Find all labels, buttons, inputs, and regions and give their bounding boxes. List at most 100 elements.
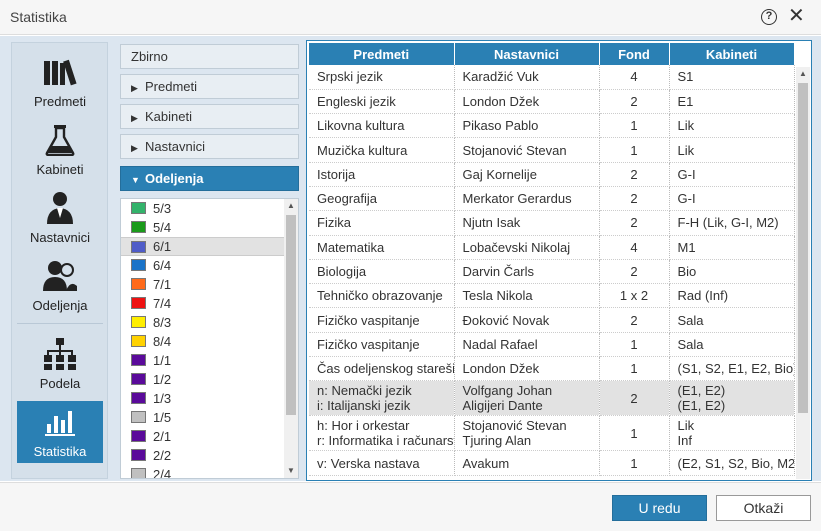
nav-item-kabineti[interactable]: Kabineti <box>17 119 103 181</box>
table-scrollbar[interactable]: ▲ <box>796 67 810 479</box>
scroll-down-icon[interactable]: ▼ <box>284 466 298 475</box>
column-header-fond[interactable]: Fond <box>599 43 670 65</box>
room-cell: Lik Inf <box>669 415 795 452</box>
nav-item-statistika[interactable]: Statistika <box>17 401 103 463</box>
nav-item-odeljenja[interactable]: Odeljenja <box>17 255 103 317</box>
nav-item-podela[interactable]: Podela <box>17 333 103 395</box>
cell-text: Fizičko vaspitanje <box>317 336 420 352</box>
statistics-table: Predmeti Nastavnici Fond Kabineti Srpski… <box>309 43 795 476</box>
class-label: 2/4 <box>153 467 172 479</box>
accordion-zbirno[interactable]: Zbirno <box>120 44 299 69</box>
class-list-item[interactable]: 1/2 <box>121 370 284 389</box>
scroll-up-icon[interactable]: ▲ <box>796 69 810 78</box>
subject-cell: v: Verska nastava <box>309 450 455 476</box>
table-row[interactable]: Matematika Lobačevski Nikolaj 4 M1 <box>309 235 795 260</box>
subject-cell: Srpski jezik <box>309 65 455 90</box>
class-label: 5/4 <box>153 220 172 235</box>
nav-item-predmeti[interactable]: Predmeti <box>17 51 103 113</box>
accordion-nastavnici[interactable]: ▶ Nastavnici <box>120 134 299 159</box>
class-list[interactable]: 2/4 2/2 2/1 1/5 1/3 1/2 1/1 8/4 8/3 7/4 7/1 6/4 6/1 5… <box>120 198 299 479</box>
class-list-item[interactable]: 5/3 <box>121 199 284 218</box>
table-row[interactable]: h: Hor i orkestar r: Informatika i računa… <box>309 415 795 452</box>
class-list-item[interactable]: 2/1 <box>121 427 284 446</box>
accordion-predmeti[interactable]: ▶ Predmeti <box>120 74 299 99</box>
table-row[interactable]: Fizika Njutn Isak 2 F-H (Lik, G-I, M2) <box>309 210 795 236</box>
class-list-item[interactable]: 1/5 <box>121 408 284 427</box>
table-row[interactable]: Geografija Merkator Gerardus 2 G-I <box>309 186 795 212</box>
fond-cell: 2 <box>599 162 670 187</box>
class-color-swatch <box>131 411 146 423</box>
cell-text: Bio <box>677 264 697 280</box>
cell-text: S1 <box>677 69 694 85</box>
table-row[interactable]: Čas odeljenskog starešine London Džek 1 (S1… <box>309 356 795 382</box>
nav-label: Nastavnici <box>30 230 90 245</box>
ok-button[interactable]: U redu <box>612 495 707 521</box>
cell-text: Fizičko vaspitanje <box>317 312 420 328</box>
table-row[interactable]: Istorija Gaj Kornelije 2 G-I <box>309 162 795 187</box>
cell-text: Đoković Novak <box>462 312 550 328</box>
accordion-label: Predmeti <box>145 79 198 94</box>
table-row[interactable]: v: Verska nastava Avakum 1 (E2, S1, S2, Bio… <box>309 450 795 476</box>
help-icon[interactable]: ? <box>761 9 777 25</box>
nav-label: Statistika <box>33 444 87 459</box>
table-row[interactable]: Likovna kultura Pikaso Pablo 1 Lik <box>309 113 795 139</box>
table-row[interactable]: Tehničko obrazovanje Tesla Nikola 1 x 2 Rad… <box>309 283 795 309</box>
cell-text: Sala <box>677 336 704 352</box>
cancel-button[interactable]: Otkaži <box>716 495 811 521</box>
hierarchy-icon <box>17 337 103 371</box>
scroll-thumb[interactable] <box>798 83 808 413</box>
dialog-body: Predmeti Kabineti Nastavnici Odeljenja P… <box>0 36 821 481</box>
table-row[interactable]: Fizičko vaspitanje Đoković Novak 2 Sala <box>309 307 795 333</box>
accordion-kabineti[interactable]: ▶ Kabineti <box>120 104 299 129</box>
teacher-cell: London Džek <box>454 89 600 115</box>
nav-item-nastavnici[interactable]: Nastavnici <box>17 187 103 249</box>
class-color-swatch <box>131 316 146 328</box>
fond-cell: 4 <box>599 65 670 90</box>
room-cell: Rad (Inf) <box>669 283 795 309</box>
class-list-item[interactable]: 8/4 <box>121 332 284 351</box>
fond-cell: 1 <box>599 113 670 139</box>
class-list-item[interactable]: 2/2 <box>121 446 284 465</box>
cell-text: Lobačevski Nikolaj <box>462 239 571 255</box>
class-list-item[interactable]: 7/4 <box>121 294 284 313</box>
scroll-up-icon[interactable]: ▲ <box>284 201 298 210</box>
accordion-odeljenja[interactable]: ▼ Odeljenja <box>120 166 299 191</box>
class-list-item[interactable]: 2/4 <box>121 465 284 479</box>
table-row[interactable]: Srpski jezik Karadžić Vuk 4 S1 <box>309 65 795 90</box>
statistics-table-panel: Predmeti Nastavnici Fond Kabineti Srpski… <box>306 40 812 481</box>
cell-text: Avakum <box>462 455 510 471</box>
class-list-item[interactable]: 5/4 <box>121 218 284 237</box>
close-icon[interactable]: ✕ <box>788 6 805 26</box>
teacher-cell: Avakum <box>454 450 600 476</box>
class-list-item[interactable]: 6/1 <box>121 237 284 256</box>
column-header-predmeti[interactable]: Predmeti <box>309 43 455 65</box>
cell-text: Tesla Nikola <box>462 288 533 304</box>
room-cell: M1 <box>669 235 795 260</box>
fond-cell: 2 <box>599 307 670 333</box>
class-list-item[interactable]: 6/4 <box>121 256 284 275</box>
class-list-item[interactable]: 7/1 <box>121 275 284 294</box>
table-row[interactable]: Engleski jezik London Džek 2 E1 <box>309 89 795 115</box>
teacher-cell: Merkator Gerardus <box>454 186 600 212</box>
fond-cell: 2 <box>599 186 670 212</box>
column-header-nastavnici[interactable]: Nastavnici <box>454 43 600 65</box>
nav-label: Podela <box>39 376 81 391</box>
class-label: 8/4 <box>153 334 172 349</box>
table-row[interactable]: Muzička kultura Stojanović Stevan 1 Lik <box>309 137 795 163</box>
class-color-swatch <box>131 297 146 309</box>
class-color-swatch <box>131 468 146 478</box>
cell-text: Karadžić Vuk <box>462 69 539 85</box>
class-list-item[interactable]: 8/3 <box>121 313 284 332</box>
teacher-cell: Stojanović Stevan <box>454 137 600 163</box>
table-row[interactable]: Biologija Darvin Čarls 2 Bio <box>309 259 795 285</box>
class-list-scrollbar[interactable]: ▲ ▼ <box>284 199 298 478</box>
scroll-thumb[interactable] <box>286 215 296 415</box>
table-row[interactable]: Fizičko vaspitanje Nadal Rafael 1 Sala <box>309 332 795 358</box>
class-color-swatch <box>131 202 146 214</box>
cell-text: Tehničko obrazovanje <box>317 288 443 304</box>
column-header-kabineti[interactable]: Kabineti <box>669 43 795 65</box>
class-label: 8/3 <box>153 315 172 330</box>
table-row[interactable]: n: Nemački jezik i: Italijanski jezik Volf… <box>309 380 795 417</box>
class-list-item[interactable]: 1/3 <box>121 389 284 408</box>
class-list-item[interactable]: 1/1 <box>121 351 284 370</box>
